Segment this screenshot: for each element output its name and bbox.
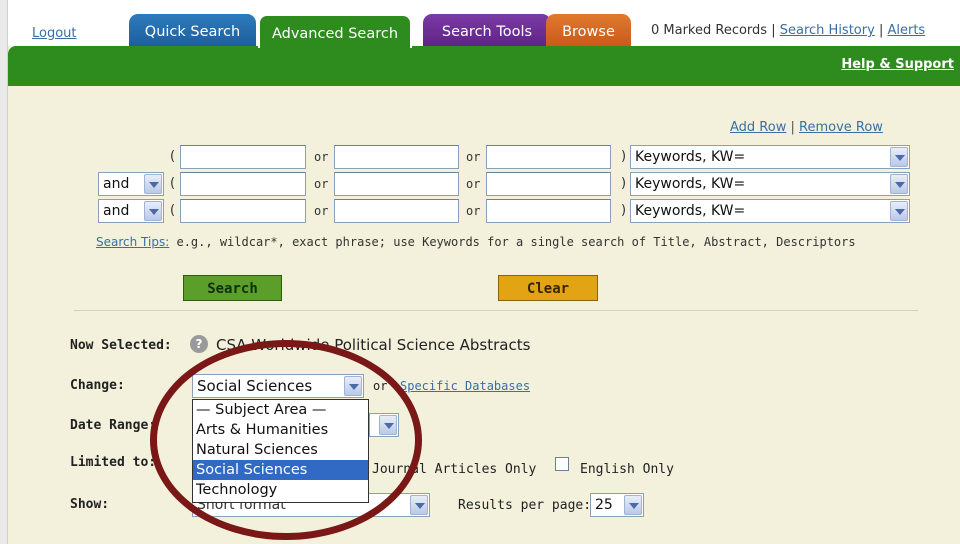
chevron-down-icon[interactable] bbox=[890, 201, 908, 221]
help-icon[interactable]: ? bbox=[190, 335, 208, 353]
search-tips-text: e.g., wildcar*, exact phrase; use Keywor… bbox=[169, 235, 856, 249]
field-select-value: Keywords, KW= bbox=[635, 149, 746, 165]
add-row-link[interactable]: Add Row bbox=[730, 120, 786, 135]
search-tips-link[interactable]: Search Tips: bbox=[96, 235, 169, 249]
operator-value: and bbox=[103, 176, 130, 192]
clear-button[interactable]: Clear bbox=[498, 275, 598, 301]
field-select[interactable]: Keywords, KW= bbox=[630, 145, 910, 169]
open-paren: ( bbox=[170, 149, 176, 164]
remove-row-link[interactable]: Remove Row bbox=[799, 120, 883, 135]
row-links: Add Row | Remove Row bbox=[730, 120, 883, 135]
help-support-link[interactable]: Help & Support bbox=[841, 57, 954, 72]
date-range-select[interactable] bbox=[369, 413, 399, 437]
search-history-link[interactable]: Search History bbox=[780, 23, 875, 38]
search-tips: Search Tips: e.g., wildcar*, exact phras… bbox=[96, 235, 856, 249]
open-paren: ( bbox=[170, 176, 176, 191]
search-term-field[interactable] bbox=[334, 199, 459, 223]
marked-records: 0 Marked Records bbox=[651, 23, 768, 38]
subject-area-value: Social Sciences bbox=[197, 377, 313, 395]
chevron-down-icon[interactable] bbox=[144, 201, 162, 221]
dropdown-option-selected[interactable]: Social Sciences bbox=[193, 460, 368, 480]
operator-value: and bbox=[103, 203, 130, 219]
top-links: 0 Marked Records | Search History | Aler… bbox=[651, 23, 925, 38]
or-label: or bbox=[466, 150, 481, 164]
search-term-field[interactable] bbox=[334, 145, 459, 169]
journal-articles-only-label: Journal Articles Only bbox=[372, 462, 537, 477]
top-bar: Logout Quick Search Advanced Search Sear… bbox=[8, 0, 960, 48]
close-paren: ) bbox=[621, 203, 627, 218]
subject-area-select[interactable]: Social Sciences bbox=[192, 374, 364, 398]
close-paren: ) bbox=[621, 149, 627, 164]
search-term-field[interactable] bbox=[486, 172, 611, 196]
alerts-link[interactable]: Alerts bbox=[887, 23, 925, 38]
dropdown-option[interactable]: Natural Sciences bbox=[193, 440, 368, 460]
search-button[interactable]: Search bbox=[183, 275, 282, 301]
divider bbox=[74, 310, 918, 311]
or-label: or bbox=[466, 177, 481, 191]
field-select[interactable]: Keywords, KW= bbox=[630, 172, 910, 196]
limited-to-label: Limited to: bbox=[70, 455, 157, 470]
search-term-field[interactable] bbox=[180, 199, 306, 223]
field-select-value: Keywords, KW= bbox=[635, 176, 746, 192]
separator: | bbox=[771, 23, 776, 38]
search-term-field[interactable] bbox=[334, 172, 459, 196]
tab-advanced-search[interactable]: Advanced Search bbox=[258, 14, 412, 48]
chevron-down-icon[interactable] bbox=[344, 376, 362, 396]
english-only-label: English Only bbox=[580, 462, 674, 477]
results-per-page-label: Results per page: bbox=[458, 498, 592, 513]
field-select[interactable]: Keywords, KW= bbox=[630, 199, 910, 223]
chevron-down-icon[interactable] bbox=[410, 495, 428, 515]
operator-select[interactable]: and bbox=[98, 199, 164, 223]
dropdown-option[interactable]: Arts & Humanities bbox=[193, 420, 368, 440]
search-term-field[interactable] bbox=[180, 145, 306, 169]
or-label: or bbox=[314, 150, 329, 164]
green-nav-bar: Help & Support bbox=[8, 46, 960, 86]
show-label: Show: bbox=[70, 497, 110, 512]
or-label: or bbox=[314, 204, 329, 218]
tab-browse[interactable]: Browse bbox=[546, 14, 631, 48]
logout-link[interactable]: Logout bbox=[32, 26, 77, 41]
chevron-down-icon[interactable] bbox=[379, 415, 397, 435]
subject-area-dropdown[interactable]: — Subject Area — Arts & Humanities Natur… bbox=[192, 399, 369, 503]
tab-search-tools[interactable]: Search Tools bbox=[423, 14, 551, 48]
or-label: or bbox=[373, 379, 388, 393]
search-term-field[interactable] bbox=[486, 145, 611, 169]
search-term-field[interactable] bbox=[486, 199, 611, 223]
tab-quick-search[interactable]: Quick Search bbox=[129, 14, 256, 48]
left-border-strip bbox=[0, 0, 8, 544]
chevron-down-icon[interactable] bbox=[144, 174, 162, 194]
or-label: or bbox=[466, 204, 481, 218]
results-per-page-select[interactable]: 25 bbox=[590, 493, 644, 517]
chevron-down-icon[interactable] bbox=[890, 174, 908, 194]
open-paren: ( bbox=[170, 203, 176, 218]
search-term-field[interactable] bbox=[180, 172, 306, 196]
dropdown-option[interactable]: Technology bbox=[193, 480, 368, 500]
date-range-label: Date Range: bbox=[70, 418, 157, 433]
change-label: Change: bbox=[70, 378, 125, 393]
or-label: or bbox=[314, 177, 329, 191]
dropdown-option[interactable]: — Subject Area — bbox=[193, 400, 368, 420]
chevron-down-icon[interactable] bbox=[890, 147, 908, 167]
separator: | bbox=[878, 23, 884, 38]
now-selected-value: CSA Worldwide Political Science Abstract… bbox=[216, 336, 531, 354]
now-selected-label: Now Selected: bbox=[70, 338, 172, 353]
english-only-checkbox[interactable] bbox=[555, 457, 569, 471]
close-paren: ) bbox=[621, 176, 627, 191]
operator-select[interactable]: and bbox=[98, 172, 164, 196]
specific-databases-link[interactable]: Specific Databases bbox=[400, 379, 530, 393]
chevron-down-icon[interactable] bbox=[624, 495, 642, 515]
field-select-value: Keywords, KW= bbox=[635, 203, 746, 219]
separator: | bbox=[790, 120, 795, 135]
results-per-page-value: 25 bbox=[595, 497, 613, 513]
